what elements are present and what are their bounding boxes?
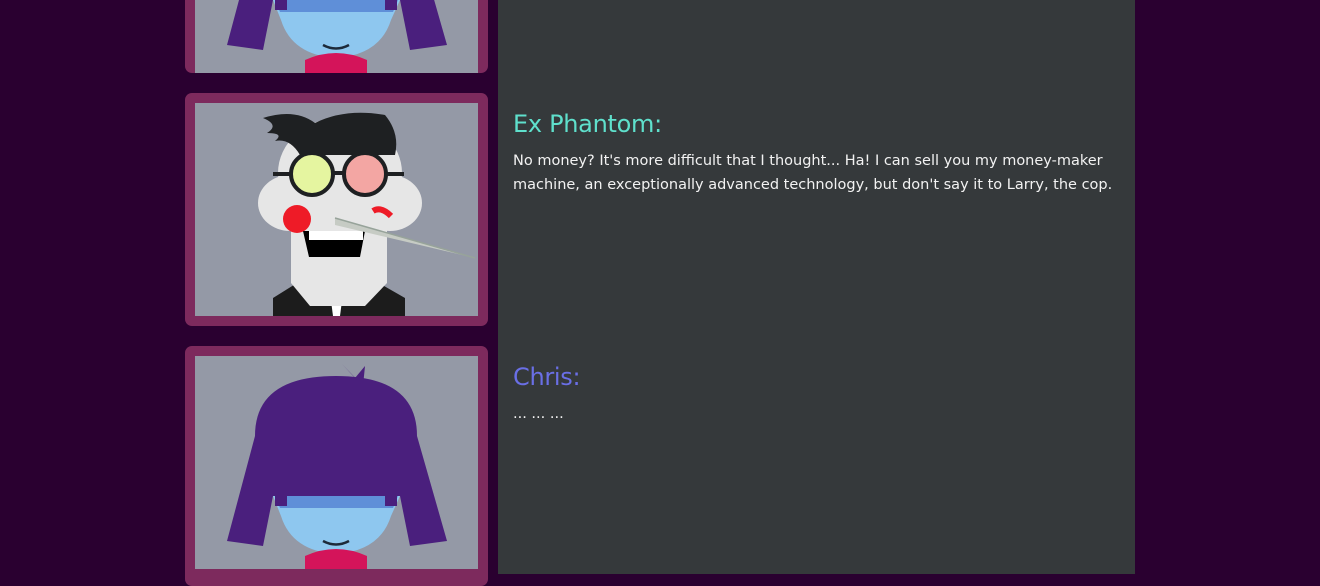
- portrait-frame: [185, 93, 488, 326]
- dialog-panel: [498, 0, 1135, 574]
- portrait-frame: [185, 346, 488, 586]
- dialog-text: ... ... ...: [513, 406, 564, 422]
- dialog-text: No money? It's more difficult that I tho…: [513, 153, 1113, 193]
- portrait-frame: [185, 0, 488, 73]
- chris-portrait-icon: [195, 0, 478, 73]
- ex-phantom-portrait-icon: [195, 103, 478, 316]
- chris-portrait-icon: [195, 356, 478, 569]
- speaker-name: Chris:: [513, 363, 581, 391]
- speaker-name: Ex Phantom:: [513, 110, 662, 138]
